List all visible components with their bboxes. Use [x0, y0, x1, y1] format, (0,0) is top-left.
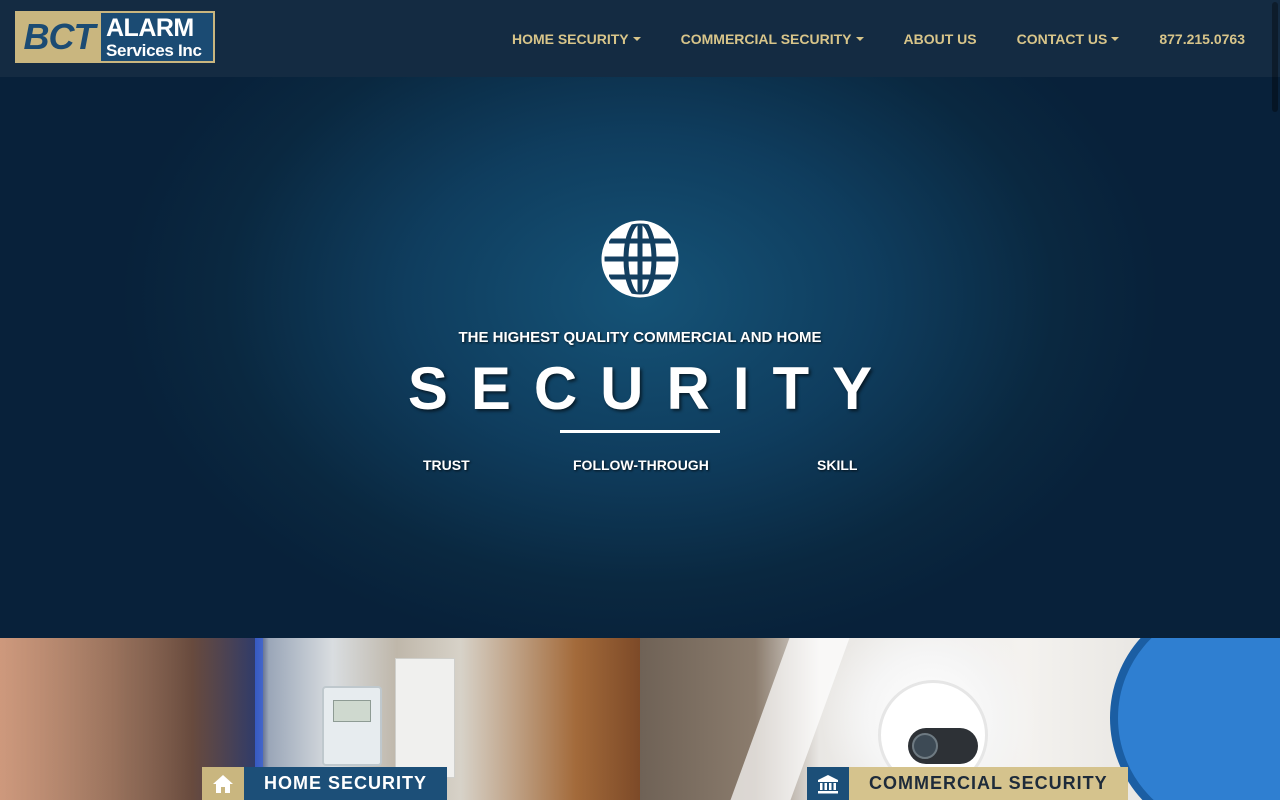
logo-mark: BCT — [17, 13, 101, 61]
nav-home-security-label: HOME SECURITY — [511, 30, 629, 47]
globe-icon — [601, 219, 679, 299]
caret-down-icon — [855, 36, 864, 41]
bank-icon — [807, 767, 849, 800]
nav-phone-link[interactable]: 877.215.0763 — [1159, 31, 1245, 47]
wall-switch-image — [395, 658, 455, 778]
nav-about-us-label: ABOUT US — [903, 30, 977, 47]
keypad-screen — [333, 700, 371, 722]
hero-section: THE HIGHEST QUALITY COMMERCIAL AND HOME … — [0, 77, 1280, 638]
nav-commercial-security[interactable]: COMMERCIAL SECURITY — [681, 31, 864, 47]
hero-value-trust: TRUST — [423, 457, 470, 473]
page-scrollbar[interactable] — [1270, 0, 1280, 800]
nav-home-security[interactable]: HOME SECURITY — [512, 31, 641, 47]
caret-down-icon — [632, 36, 641, 41]
nav-about-us[interactable]: ABOUT US — [904, 31, 977, 47]
nav-contact-us[interactable]: CONTACT US — [1017, 31, 1120, 47]
hero-values: TRUST FOLLOW-THROUGH SKILL — [0, 457, 1280, 477]
hard-hat-image — [1110, 638, 1280, 800]
caret-down-icon — [1111, 36, 1120, 41]
commercial-security-tag-label: COMMERCIAL SECURITY — [849, 767, 1128, 800]
home-security-tag[interactable]: HOME SECURITY — [202, 767, 448, 800]
top-navbar: BCT ALARM Services Inc HOME SECURITY COM… — [0, 0, 1280, 77]
logo-line-2: Services Inc — [106, 40, 202, 60]
nav-commercial-security-label: COMMERCIAL SECURITY — [680, 30, 852, 47]
hero-divider — [560, 430, 720, 433]
hero-value-skill: SKILL — [817, 457, 858, 473]
camera-lens-dot — [912, 733, 938, 759]
home-icon — [202, 767, 244, 800]
logo-line-1: ALARM — [106, 13, 194, 42]
scrollbar-thumb[interactable] — [1272, 2, 1278, 112]
logo-wordmark: ALARM Services Inc — [101, 13, 213, 61]
home-security-tag-label: HOME SECURITY — [244, 767, 448, 800]
company-logo[interactable]: BCT ALARM Services Inc — [15, 11, 215, 63]
commercial-security-tag[interactable]: COMMERCIAL SECURITY — [807, 767, 1128, 800]
hero-title: SECURITY — [407, 355, 896, 422]
main-nav: HOME SECURITY COMMERCIAL SECURITY ABOUT … — [472, 0, 1245, 77]
nav-contact-us-label: CONTACT US — [1016, 30, 1108, 47]
alarm-keypad-image — [322, 686, 382, 766]
hero-subtitle: THE HIGHEST QUALITY COMMERCIAL AND HOME — [458, 329, 822, 346]
hero-value-follow-through: FOLLOW-THROUGH — [573, 457, 709, 473]
